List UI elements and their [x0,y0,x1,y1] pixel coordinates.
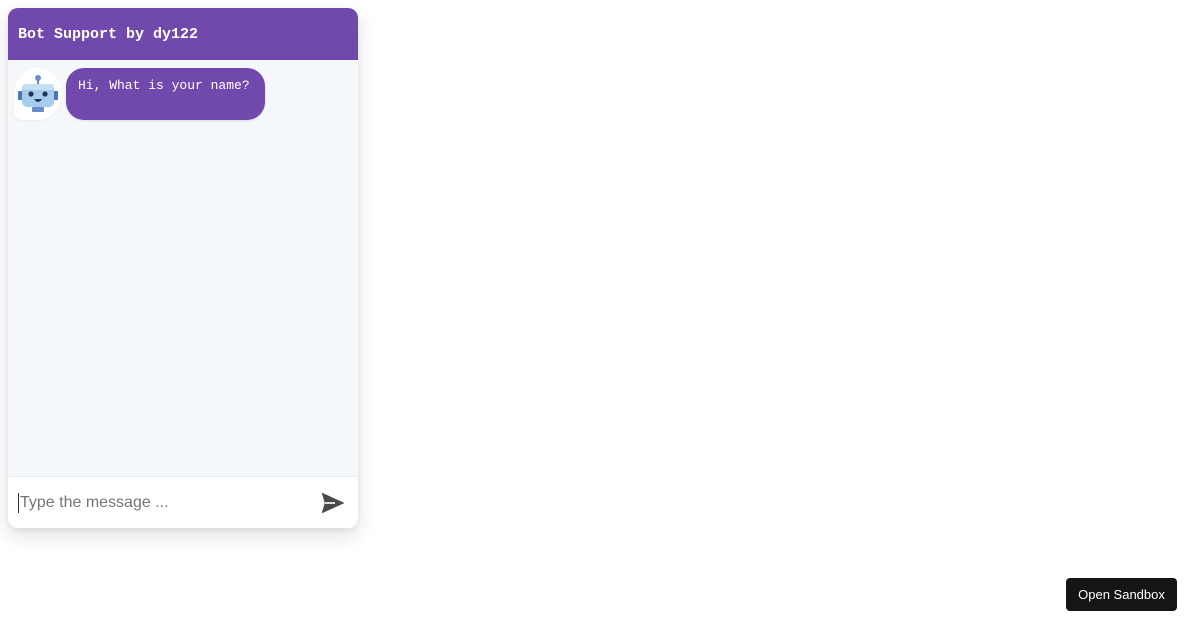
message-input[interactable] [18,492,320,513]
bot-avatar [14,68,62,120]
send-button[interactable] [320,490,346,516]
open-sandbox-button[interactable]: Open Sandbox [1066,578,1177,611]
chatbot-window: Bot Support by dy122 Hi, What is your na… [8,8,358,528]
chatbot-title: Bot Support by dy122 [18,25,199,43]
robot-icon [18,75,58,112]
bot-message-bubble: Hi, What is your name? [66,68,265,120]
message-list[interactable]: Hi, What is your name? [8,60,358,476]
bot-message-row: Hi, What is your name? [14,68,265,120]
chatbot-header: Bot Support by dy122 [8,8,358,60]
chat-input-bar [8,476,358,528]
send-icon [321,492,345,513]
